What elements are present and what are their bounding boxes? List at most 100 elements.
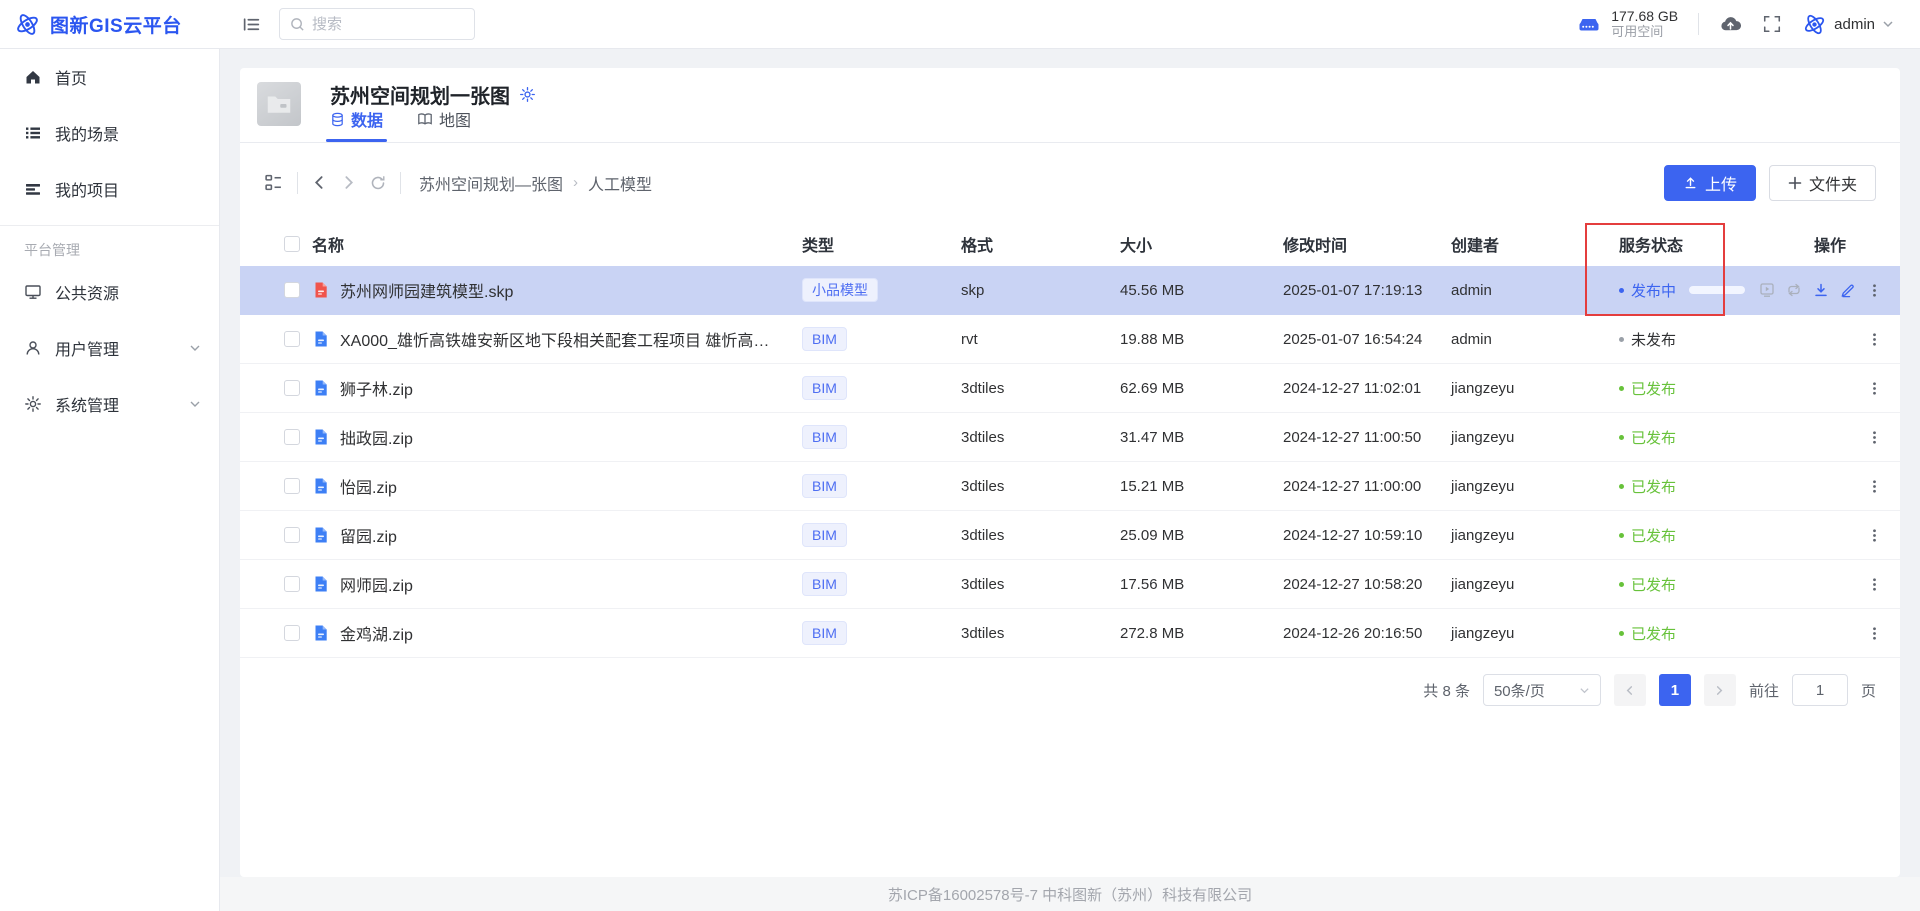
sidebar-item-user-management[interactable]: 用户管理 [0,328,219,368]
monitor-icon [24,283,42,301]
creator: jiangzeyu [1451,576,1619,593]
more-icon[interactable] [1867,381,1882,396]
page-number-current[interactable]: 1 [1659,674,1691,706]
user-menu[interactable]: admin [1802,12,1894,37]
status-dot-icon [1619,337,1624,342]
content-card: 苏州空间规划一张图 [240,68,1900,877]
back-icon[interactable] [312,175,327,190]
hard-drive-icon [1577,12,1601,36]
upload-tasks-button[interactable] [1719,13,1742,36]
more-icon[interactable] [1867,528,1882,543]
modified-time: 2024-12-27 11:02:01 [1283,380,1451,397]
creator: jiangzeyu [1451,625,1619,642]
modified-time: 2025-01-07 16:54:24 [1283,331,1451,348]
status-dot-icon [1619,484,1624,489]
status-dot-icon [1619,631,1624,636]
upload-button[interactable]: 上传 [1664,165,1756,201]
search-input[interactable] [312,16,462,33]
select-all-checkbox[interactable] [284,236,300,252]
row-checkbox[interactable] [284,380,300,396]
row-checkbox[interactable] [284,625,300,641]
row-checkbox[interactable] [284,429,300,445]
goto-page-input[interactable] [1792,674,1848,706]
file-size: 272.8 MB [1120,625,1283,642]
more-icon[interactable] [1867,577,1882,592]
settings-gear-icon[interactable] [519,86,536,103]
table-row[interactable]: 怡园.zipBIM3dtiles15.21 MB2024-12-27 11:00… [240,462,1900,511]
row-checkbox[interactable] [284,576,300,592]
sidebar-item-home[interactable]: 首页 [0,57,219,97]
user-avatar-icon [1802,12,1827,37]
app-title: 图新GIS云平台 [50,11,182,38]
more-icon[interactable] [1867,626,1882,641]
file-name[interactable]: 留园.zip [340,523,397,547]
row-checkbox[interactable] [284,527,300,543]
table-row[interactable]: 拙政园.zipBIM3dtiles31.47 MB2024-12-27 11:0… [240,413,1900,462]
fullscreen-button[interactable] [1762,14,1782,34]
tab-map[interactable]: 地图 [417,107,471,142]
status-label: 已发布 [1631,525,1676,546]
chevron-down-icon [1882,18,1894,30]
more-icon[interactable] [1867,430,1882,445]
status-label: 已发布 [1631,378,1676,399]
more-icon[interactable] [1867,479,1882,494]
row-checkbox[interactable] [284,331,300,347]
file-name[interactable]: 网师园.zip [340,572,413,596]
row-checkbox[interactable] [284,478,300,494]
more-icon[interactable] [1867,283,1882,298]
breadcrumb-current[interactable]: 人工模型 [588,171,652,195]
creator: jiangzeyu [1451,527,1619,544]
sidebar-item-my-projects[interactable]: 我的项目 [0,169,219,209]
type-badge: BIM [802,474,847,499]
tree-view-icon[interactable] [264,173,283,192]
tab-data[interactable]: 数据 [330,107,383,142]
forward-icon[interactable] [341,175,356,190]
row-checkbox[interactable] [284,282,300,298]
sidebar-item-public-resources[interactable]: 公共资源 [0,272,219,312]
global-search[interactable] [279,8,475,40]
username: admin [1834,16,1875,33]
table-row[interactable]: 苏州网师园建筑模型.skp小品模型skp45.56 MB2025-01-07 1… [240,266,1900,315]
edit-icon[interactable] [1840,282,1856,298]
file-name[interactable]: 金鸡湖.zip [340,621,413,645]
table-row[interactable]: 狮子林.zipBIM3dtiles62.69 MB2024-12-27 11:0… [240,364,1900,413]
table-row[interactable]: 金鸡湖.zipBIM3dtiles272.8 MB2024-12-26 20:1… [240,609,1900,658]
new-folder-button[interactable]: 文件夹 [1769,165,1876,201]
refresh-icon[interactable] [370,175,386,191]
file-name[interactable]: 狮子林.zip [340,376,413,400]
convert-icon[interactable] [1786,282,1802,298]
tab-label: 地图 [439,107,471,131]
table-row[interactable]: 留园.zipBIM3dtiles25.09 MB2024-12-27 10:59… [240,511,1900,560]
table-header: 名称 类型 格式 大小 修改时间 创建者 服务状态 操作 [240,222,1900,266]
table-row[interactable]: 网师园.zipBIM3dtiles17.56 MB2024-12-27 10:5… [240,560,1900,609]
sidebar-item-label: 公共资源 [55,280,119,304]
file-size: 25.09 MB [1120,527,1283,544]
table-row[interactable]: XA000_雄忻高铁雄安新区地下段相关配套工程项目 雄忻高铁雄...BIMrvt… [240,315,1900,364]
list-icon [24,124,42,142]
file-name[interactable]: 拙政园.zip [340,425,413,449]
sidebar-item-my-scenes[interactable]: 我的场景 [0,113,219,153]
service-status: 已发布 [1619,525,1800,546]
file-name[interactable]: 苏州网师园建筑模型.skp [340,278,513,302]
topbar-divider [1698,13,1699,35]
gear-icon [24,395,42,413]
status-label: 未发布 [1631,329,1676,350]
upload-icon [1683,175,1698,190]
download-icon[interactable] [1813,282,1829,298]
more-icon[interactable] [1867,332,1882,347]
sidebar-item-label: 系统管理 [55,392,119,416]
preview-icon[interactable] [1759,282,1775,298]
folder-button-label: 文件夹 [1809,171,1857,195]
page-size-select[interactable]: 50条/页 [1483,674,1601,706]
file-name[interactable]: XA000_雄忻高铁雄安新区地下段相关配套工程项目 雄忻高铁雄... [340,327,782,351]
sidebar-item-system-management[interactable]: 系统管理 [0,384,219,424]
collapse-sidebar-icon[interactable] [242,15,261,34]
prev-page-button[interactable] [1614,674,1646,706]
creator: admin [1451,331,1619,348]
app-logo[interactable]: 图新GIS云平台 [0,0,220,48]
type-badge: BIM [802,376,847,401]
type-badge: BIM [802,621,847,646]
file-name[interactable]: 怡园.zip [340,474,397,498]
breadcrumb-root[interactable]: 苏州空间规划—张图 [419,171,563,195]
next-page-button[interactable] [1704,674,1736,706]
